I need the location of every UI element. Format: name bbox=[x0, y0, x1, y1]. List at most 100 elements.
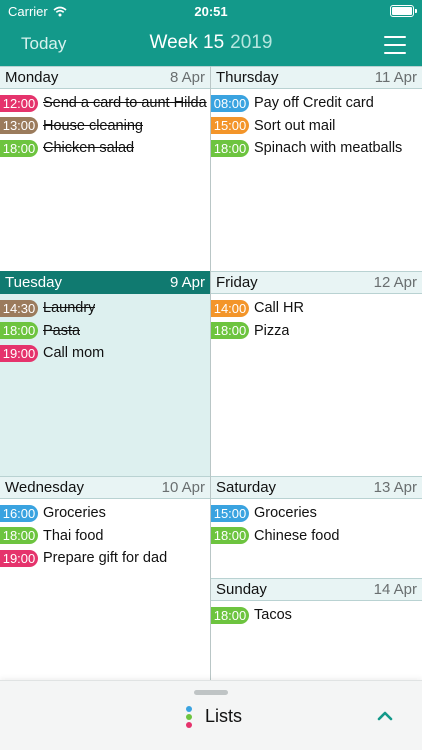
task-time-badge: 08:00 bbox=[211, 94, 249, 112]
task-text: Pizza bbox=[254, 322, 290, 339]
task-text: Pay off Credit card bbox=[254, 95, 374, 112]
task-text: House cleaning bbox=[43, 117, 143, 134]
task-item[interactable]: 18:00 Chinese food bbox=[211, 525, 422, 548]
task-item[interactable]: 12:00 Send a card to aunt Hilda bbox=[0, 92, 210, 115]
day-header: Monday 8 Apr bbox=[0, 66, 210, 89]
task-text: Call mom bbox=[43, 345, 105, 362]
task-time-badge: 18:00 bbox=[0, 527, 38, 545]
task-item[interactable]: 15:00 Sort out mail bbox=[211, 115, 422, 138]
task-text: Send a card to aunt Hilda bbox=[43, 95, 207, 112]
task-text: Sort out mail bbox=[254, 117, 336, 134]
day-cell-wednesday[interactable]: Wednesday 10 Apr 16:00 Groceries 18:00 Thai f… bbox=[0, 476, 210, 680]
day-name: Sunday bbox=[216, 581, 267, 598]
day-name: Tuesday bbox=[5, 274, 62, 291]
task-time-badge: 18:00 bbox=[211, 322, 249, 340]
task-text: Groceries bbox=[254, 505, 317, 522]
task-text: Spinach with meatballs bbox=[254, 140, 403, 157]
week-label: Week 15 bbox=[149, 32, 225, 53]
task-item[interactable]: 15:00 Groceries bbox=[211, 502, 422, 525]
task-time-badge: 18:00 bbox=[211, 527, 249, 545]
task-item[interactable]: 18:00 Chicken salad bbox=[0, 137, 210, 160]
task-list: 14:30 Laundry 18:00 Pasta 19:00 Call mom bbox=[0, 294, 210, 365]
task-time-badge: 14:30 bbox=[0, 299, 38, 317]
day-cell-saturday[interactable]: Saturday 13 Apr 15:00 Groceries 18:00 Chinese… bbox=[211, 476, 422, 578]
lists-label: Lists bbox=[205, 706, 243, 726]
task-list: 08:00 Pay off Credit card 15:00 Sort out ma… bbox=[211, 89, 422, 160]
battery-icon bbox=[390, 5, 417, 17]
day-date: 8 Apr bbox=[169, 69, 205, 86]
task-time-badge: 19:00 bbox=[0, 549, 38, 567]
day-header: Friday 12 Apr bbox=[211, 271, 422, 294]
task-time-badge: 16:00 bbox=[0, 504, 38, 522]
task-item[interactable]: 08:00 Pay off Credit card bbox=[211, 92, 422, 115]
task-item[interactable]: 14:00 Call HR bbox=[211, 297, 422, 320]
top-bar: Carrier 20:51 Today Week 15 2019 bbox=[0, 0, 422, 66]
lists-icon bbox=[186, 706, 192, 728]
status-bar: Carrier 20:51 bbox=[0, 0, 422, 22]
task-time-badge: 15:00 bbox=[211, 504, 249, 522]
task-item[interactable]: 18:00 Tacos bbox=[211, 604, 422, 627]
chevron-up-icon[interactable] bbox=[376, 707, 394, 725]
task-time-badge: 12:00 bbox=[0, 94, 38, 112]
task-text: Groceries bbox=[43, 505, 106, 522]
day-date: 12 Apr bbox=[373, 274, 417, 291]
task-item[interactable]: 18:00 Thai food bbox=[0, 525, 210, 548]
task-text: Pasta bbox=[43, 322, 81, 339]
day-date: 13 Apr bbox=[373, 479, 417, 496]
task-item[interactable]: 13:00 House cleaning bbox=[0, 115, 210, 138]
year-label: 2019 bbox=[230, 32, 273, 53]
week-title: Week 15 2019 bbox=[0, 32, 422, 54]
task-item[interactable]: 19:00 Prepare gift for dad bbox=[0, 547, 210, 570]
task-time-badge: 18:00 bbox=[211, 139, 249, 157]
status-time: 20:51 bbox=[194, 4, 228, 19]
day-name: Wednesday bbox=[5, 479, 84, 496]
sheet-grabber-handle[interactable] bbox=[194, 690, 228, 695]
lists-sheet[interactable]: Lists bbox=[0, 680, 422, 750]
day-date: 14 Apr bbox=[373, 581, 417, 598]
task-time-badge: 13:00 bbox=[0, 117, 38, 135]
task-time-badge: 18:00 bbox=[211, 606, 249, 624]
task-item[interactable]: 16:00 Groceries bbox=[0, 502, 210, 525]
day-date: 11 Apr bbox=[374, 69, 417, 86]
lists-header[interactable]: Lists bbox=[0, 703, 422, 731]
day-date: 10 Apr bbox=[161, 479, 205, 496]
day-header: Wednesday 10 Apr bbox=[0, 476, 210, 499]
task-list: 16:00 Groceries 18:00 Thai food 19:00 Prepare… bbox=[0, 499, 210, 570]
task-text: Thai food bbox=[43, 527, 104, 544]
task-item[interactable]: 18:00 Pizza bbox=[211, 320, 422, 343]
day-name: Friday bbox=[216, 274, 258, 291]
task-list: 15:00 Groceries 18:00 Chinese food bbox=[211, 499, 422, 547]
hamburger-menu-icon[interactable] bbox=[384, 36, 406, 54]
day-cell-monday[interactable]: Monday 8 Apr 12:00 Send a card to aunt Hild… bbox=[0, 66, 210, 271]
task-item[interactable]: 14:30 Laundry bbox=[0, 297, 210, 320]
day-cell-tuesday[interactable]: Tuesday 9 Apr 14:30 Laundry 18:00 Pasta 19:00 C… bbox=[0, 271, 210, 476]
day-header: Tuesday 9 Apr bbox=[0, 271, 210, 294]
task-text: Call HR bbox=[254, 300, 304, 317]
task-text: Tacos bbox=[254, 607, 292, 624]
day-cell-thursday[interactable]: Thursday 11 Apr 08:00 Pay off Credit card 15… bbox=[211, 66, 422, 271]
task-text: Prepare gift for dad bbox=[43, 550, 168, 567]
task-time-badge: 14:00 bbox=[211, 299, 249, 317]
day-date: 9 Apr bbox=[169, 274, 205, 291]
week-grid: Monday 8 Apr 12:00 Send a card to aunt Hild… bbox=[0, 66, 422, 680]
day-header: Saturday 13 Apr bbox=[211, 476, 422, 499]
task-list: 14:00 Call HR 18:00 Pizza bbox=[211, 294, 422, 342]
day-header: Sunday 14 Apr bbox=[211, 578, 422, 601]
day-cell-sunday[interactable]: Sunday 14 Apr 18:00 Tacos bbox=[211, 578, 422, 680]
task-time-badge: 18:00 bbox=[0, 139, 38, 157]
task-time-badge: 15:00 bbox=[211, 117, 249, 135]
task-list: 18:00 Tacos bbox=[211, 601, 422, 627]
task-time-badge: 18:00 bbox=[0, 322, 38, 340]
task-time-badge: 19:00 bbox=[0, 344, 38, 362]
task-item[interactable]: 19:00 Call mom bbox=[0, 342, 210, 365]
day-cell-friday[interactable]: Friday 12 Apr 14:00 Call HR 18:00 Pizza bbox=[211, 271, 422, 476]
task-item[interactable]: 18:00 Spinach with meatballs bbox=[211, 137, 422, 160]
day-name: Thursday bbox=[216, 69, 279, 86]
task-item[interactable]: 18:00 Pasta bbox=[0, 320, 210, 343]
day-header: Thursday 11 Apr bbox=[211, 66, 422, 89]
task-text: Chinese food bbox=[254, 527, 340, 544]
day-name: Saturday bbox=[216, 479, 277, 496]
task-list: 12:00 Send a card to aunt Hilda 13:00 House… bbox=[0, 89, 210, 160]
nav-bar: Today Week 15 2019 bbox=[0, 22, 422, 66]
day-name: Monday bbox=[5, 69, 59, 86]
